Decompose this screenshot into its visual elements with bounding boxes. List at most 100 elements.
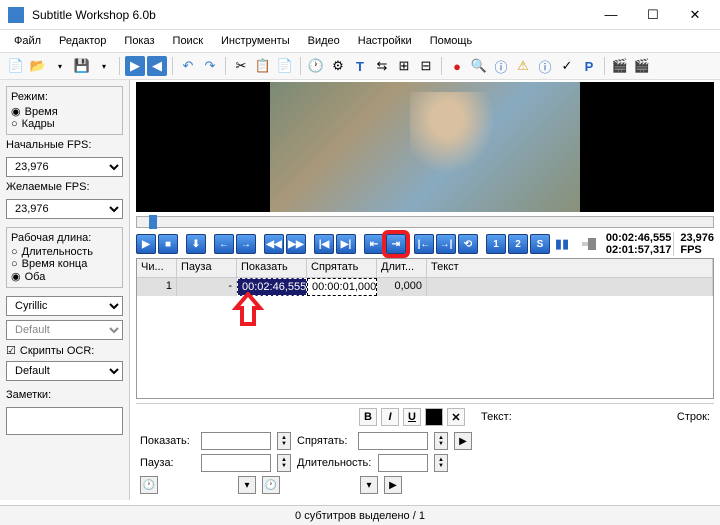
pause-input[interactable] bbox=[201, 454, 271, 472]
red-icon[interactable]: ● bbox=[447, 56, 467, 76]
text-icon[interactable]: T bbox=[350, 56, 370, 76]
dur-spinner[interactable]: ▲▼ bbox=[434, 454, 448, 472]
arrow2-button[interactable]: ▾ bbox=[360, 476, 378, 494]
open-icon[interactable]: 📂 bbox=[28, 56, 48, 76]
step-back-button[interactable]: |◀ bbox=[314, 234, 334, 254]
hide-spinner[interactable]: ▲▼ bbox=[434, 432, 448, 450]
in-icon[interactable]: ▶ bbox=[125, 56, 145, 76]
menu-tools[interactable]: Инструменты bbox=[213, 32, 298, 50]
new-icon[interactable]: 📄 bbox=[6, 56, 26, 76]
down-button[interactable]: ⬇ bbox=[186, 234, 206, 254]
ocr-checkbox[interactable]: ☑Скрипты OCR: bbox=[6, 344, 123, 357]
underline-button[interactable]: U bbox=[403, 408, 421, 426]
encoding2-select[interactable]: Default bbox=[6, 320, 123, 340]
minimize-button[interactable]: — bbox=[594, 4, 628, 26]
info-icon[interactable]: ⓘ bbox=[535, 56, 555, 76]
play-button[interactable]: ▶ bbox=[136, 234, 156, 254]
prev-button[interactable]: ← bbox=[214, 234, 234, 254]
settings-icon[interactable]: ⚙ bbox=[328, 56, 348, 76]
col-text[interactable]: Текст bbox=[427, 259, 713, 277]
copy-icon[interactable]: 📋 bbox=[253, 56, 273, 76]
apply2-button[interactable]: ▶ bbox=[384, 476, 402, 494]
notes-field[interactable] bbox=[6, 407, 123, 435]
col-pause[interactable]: Пауза bbox=[177, 259, 237, 277]
ocr-select[interactable]: Default bbox=[6, 361, 123, 381]
pause-spinner[interactable]: ▲▼ bbox=[277, 454, 291, 472]
film-icon[interactable]: 🎬 bbox=[610, 56, 630, 76]
step-fwd-button[interactable]: ▶| bbox=[336, 234, 356, 254]
clock-icon[interactable]: 🕐 bbox=[306, 56, 326, 76]
arrow1-button[interactable]: ▾ bbox=[238, 476, 256, 494]
cell-show[interactable]: 00:02:46,555 bbox=[237, 278, 307, 296]
desired-fps-select[interactable]: 23,976 bbox=[6, 199, 123, 219]
color-button[interactable] bbox=[425, 408, 443, 426]
range-in-button[interactable]: |← bbox=[414, 234, 434, 254]
initial-fps-select[interactable]: 23,976 bbox=[6, 157, 123, 177]
open-dropdown-icon[interactable]: ▾ bbox=[50, 56, 70, 76]
cell-hide[interactable]: 00:00:01,000 bbox=[307, 278, 377, 296]
volume-slider[interactable] bbox=[582, 242, 596, 246]
range-out-button[interactable]: →| bbox=[436, 234, 456, 254]
spell-icon[interactable]: ✓ bbox=[557, 56, 577, 76]
merge-icon[interactable]: ⊞ bbox=[394, 56, 414, 76]
undo-icon[interactable]: ↶ bbox=[178, 56, 198, 76]
loop-button[interactable]: ⟲ bbox=[458, 234, 478, 254]
one-button[interactable]: 1 bbox=[486, 234, 506, 254]
maximize-button[interactable]: ☐ bbox=[636, 4, 670, 26]
next-button[interactable]: → bbox=[236, 234, 256, 254]
film2-icon[interactable]: 🎬 bbox=[632, 56, 652, 76]
forward-button[interactable]: ▶▶ bbox=[286, 234, 306, 254]
out-icon[interactable]: ◀ bbox=[147, 56, 167, 76]
mode-time-radio[interactable]: ◉Время bbox=[11, 105, 118, 118]
bold-button[interactable]: B bbox=[359, 408, 377, 426]
menu-video[interactable]: Видео bbox=[300, 32, 348, 50]
clear-button[interactable]: ✕ bbox=[447, 408, 465, 426]
two-button[interactable]: 2 bbox=[508, 234, 528, 254]
show-spinner[interactable]: ▲▼ bbox=[277, 432, 291, 450]
mark-in-button[interactable]: ⇤ bbox=[364, 234, 384, 254]
col-num[interactable]: Чи... bbox=[137, 259, 177, 277]
menu-file[interactable]: Файл bbox=[6, 32, 49, 50]
wl-both-radio[interactable]: ◉Оба bbox=[11, 270, 118, 283]
menu-settings[interactable]: Настройки bbox=[350, 32, 420, 50]
s-button[interactable]: S bbox=[530, 234, 550, 254]
warn-icon[interactable]: ⚠ bbox=[513, 56, 533, 76]
p-icon[interactable]: P bbox=[579, 56, 599, 76]
stop-button[interactable]: ■ bbox=[158, 234, 178, 254]
col-show[interactable]: Показать bbox=[237, 259, 307, 277]
time1-button[interactable]: 🕐 bbox=[140, 476, 158, 494]
subtitle-grid[interactable]: Чи... Пауза Показать Спрятать Длит... Те… bbox=[136, 258, 714, 399]
redo-icon[interactable]: ↷ bbox=[200, 56, 220, 76]
info-blue-icon[interactable]: ⓘ bbox=[491, 56, 511, 76]
italic-button[interactable]: I bbox=[381, 408, 399, 426]
show-input[interactable] bbox=[201, 432, 271, 450]
col-hide[interactable]: Спрятать bbox=[307, 259, 377, 277]
cut-icon[interactable]: ✂ bbox=[231, 56, 251, 76]
wl-duration-radio[interactable]: ○Длительность bbox=[11, 246, 118, 258]
save-dropdown-icon[interactable]: ▾ bbox=[94, 56, 114, 76]
sync-icon[interactable]: ⇆ bbox=[372, 56, 392, 76]
close-button[interactable]: ✕ bbox=[678, 4, 712, 26]
search-icon[interactable]: 🔍 bbox=[469, 56, 489, 76]
seek-bar[interactable] bbox=[136, 216, 714, 228]
encoding1-select[interactable]: Cyrillic bbox=[6, 296, 123, 316]
menu-view[interactable]: Показ bbox=[116, 32, 162, 50]
paste-icon[interactable]: 📄 bbox=[275, 56, 295, 76]
time2-button[interactable]: 🕐 bbox=[262, 476, 280, 494]
wl-end-radio[interactable]: ○Время конца bbox=[11, 258, 118, 270]
mark-out-button[interactable]: ⇥ bbox=[386, 234, 406, 254]
table-row[interactable]: 1 - 00:02:46,555 00:00:01,000 0,000 bbox=[137, 278, 713, 296]
split-icon[interactable]: ⊟ bbox=[416, 56, 436, 76]
volume-icon[interactable]: ▮▮ bbox=[552, 234, 572, 254]
apply1-button[interactable]: ▶ bbox=[454, 432, 472, 450]
video-preview[interactable] bbox=[136, 82, 714, 212]
rewind-button[interactable]: ◀◀ bbox=[264, 234, 284, 254]
mode-frames-radio[interactable]: ○Кадры bbox=[11, 118, 118, 130]
menu-search[interactable]: Поиск bbox=[165, 32, 211, 50]
save-icon[interactable]: 💾 bbox=[72, 56, 92, 76]
dur-input[interactable] bbox=[378, 454, 428, 472]
col-dur[interactable]: Длит... bbox=[377, 259, 427, 277]
hide-input[interactable] bbox=[358, 432, 428, 450]
menu-help[interactable]: Помощь bbox=[422, 32, 481, 50]
menu-editor[interactable]: Редактор bbox=[51, 32, 114, 50]
